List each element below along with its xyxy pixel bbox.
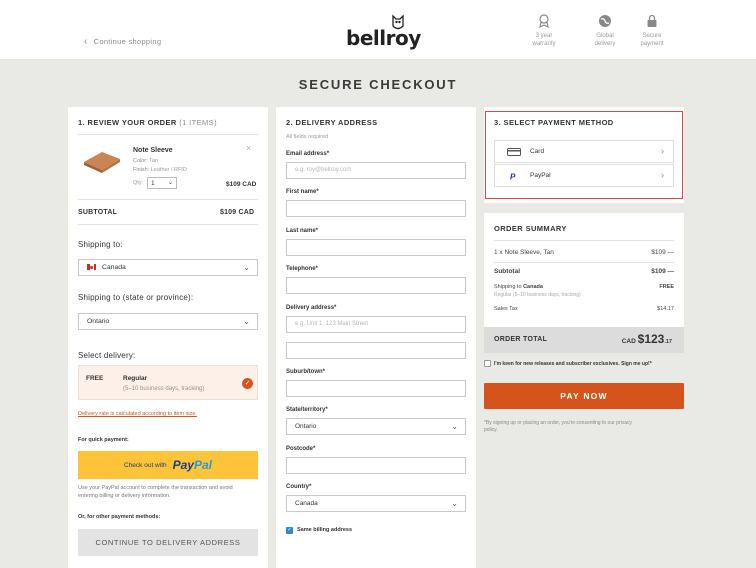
postcode-label: Postcode* xyxy=(286,446,316,452)
state-label: State/territory* xyxy=(286,407,328,413)
summary-heading: ORDER SUMMARY xyxy=(494,224,567,233)
state-select[interactable]: Ontario ⌄ xyxy=(286,418,466,435)
summary-item-row: 1 x Note Sleeve, Tan $109 — xyxy=(494,249,674,256)
address-line2-field[interactable] xyxy=(286,342,466,359)
address-label: Delivery address* xyxy=(286,305,337,311)
delivery-option-regular[interactable]: FREE Regular (5–10 business days, tracki… xyxy=(78,365,258,400)
product-thumbnail[interactable] xyxy=(80,146,124,176)
email-field[interactable]: e.g. roy@bellroy.com xyxy=(286,162,466,179)
postcode-field[interactable] xyxy=(286,457,466,474)
canada-flag-icon xyxy=(87,264,96,271)
paypal-note: Use your PayPal account to complete the … xyxy=(78,485,233,499)
same-billing-label: Same billing address xyxy=(297,527,353,533)
quantity-select[interactable]: 1 ⌄ xyxy=(147,177,177,189)
warranty-icon xyxy=(539,14,549,28)
checkmark-icon: ✓ xyxy=(242,378,253,389)
secure-badge: Secure payment xyxy=(630,14,674,48)
qty-label: Qty: xyxy=(133,180,144,186)
chevron-down-icon: ⌄ xyxy=(451,422,458,431)
first-name-field[interactable] xyxy=(286,200,466,217)
chevron-down-icon: ⌄ xyxy=(167,180,173,186)
product-finish: Finish: Leather / RFID xyxy=(133,167,187,173)
newsletter-label: I'm keen for new releases and subscriber… xyxy=(494,361,652,367)
divider xyxy=(78,199,258,200)
payment-heading: 3. SELECT PAYMENT METHOD xyxy=(494,118,614,127)
delivery-price: FREE xyxy=(86,375,104,382)
chevron-down-icon: ⌄ xyxy=(243,263,250,272)
email-label: Email address* xyxy=(286,151,330,157)
last-name-field[interactable] xyxy=(286,239,466,256)
remove-item-icon[interactable]: × xyxy=(246,143,251,153)
site-header: ‹ Continue shopping bellroy 3 year warra… xyxy=(0,0,756,60)
telephone-field[interactable] xyxy=(286,277,466,294)
payment-option-card[interactable]: Card › xyxy=(494,140,674,163)
quick-payment-label: For quick payment: xyxy=(78,437,129,443)
chevron-right-icon: › xyxy=(661,170,664,180)
product-price: $109 CAD xyxy=(226,181,257,188)
first-name-label: First name* xyxy=(286,189,319,195)
review-heading: 1. REVIEW YOUR ORDER (1 ITEMS) xyxy=(78,118,217,127)
paypal-icon: P xyxy=(510,173,516,181)
globe-icon xyxy=(599,15,611,27)
order-total: ORDER TOTAL CAD $123.17 xyxy=(484,327,684,353)
chevron-down-icon: ⌄ xyxy=(451,499,458,508)
chevron-down-icon: ⌄ xyxy=(243,317,250,326)
svg-text:P: P xyxy=(510,173,516,181)
paypal-checkout-button[interactable]: Check out with PayPal xyxy=(78,451,258,479)
suburb-field[interactable] xyxy=(286,380,466,397)
payment-option-paypal[interactable]: P PayPal › xyxy=(494,164,674,187)
divider xyxy=(78,134,258,135)
shipping-state-select[interactable]: Ontario ⌄ xyxy=(78,313,258,330)
paypal-checkout-label: Check out with xyxy=(123,461,167,469)
telephone-label: Telephone* xyxy=(286,266,318,272)
divider xyxy=(494,262,674,263)
subtotal-value: $109 CAD xyxy=(220,209,255,216)
credit-card-icon xyxy=(507,148,521,156)
shipping-to-label: Shipping to: xyxy=(78,240,123,249)
shipping-country-select[interactable]: Canada ⌄ xyxy=(78,259,258,276)
country-label: Country* xyxy=(286,484,312,490)
subtotal-label: SUBTOTAL xyxy=(78,209,118,216)
summary-shipping-row: Shipping to Canada FREE xyxy=(494,284,674,290)
required-note: All fields required xyxy=(286,134,329,140)
bellroy-logo[interactable]: bellroy xyxy=(346,14,421,50)
consent-note: *By signing up or placing an order, you'… xyxy=(484,420,632,433)
summary-tax-row: Sales Tax $14.17 xyxy=(494,306,674,312)
page-title: SECURE CHECKOUT xyxy=(298,77,458,92)
continue-shopping-link[interactable]: ‹ Continue shopping xyxy=(84,36,161,47)
continue-to-delivery-button[interactable]: CONTINUE TO DELIVERY ADDRESS xyxy=(78,529,258,556)
logo-wordmark: bellroy xyxy=(346,26,421,50)
continue-shopping-label: Continue shopping xyxy=(93,37,162,46)
summary-subtotal-row: Subtotal $109 — xyxy=(494,268,674,275)
newsletter-checkbox[interactable] xyxy=(484,360,491,367)
last-name-label: Last name* xyxy=(286,228,319,234)
pay-now-button[interactable]: PAY NOW xyxy=(484,383,684,409)
divider xyxy=(78,224,258,225)
warranty-badge: 3 year warranty xyxy=(522,14,566,48)
summary-shipping-detail: Regular (5–10 business days, tracking) xyxy=(494,292,581,298)
other-methods-label: Or, for other payment methods: xyxy=(78,514,161,520)
select-delivery-label: Select delivery: xyxy=(78,351,136,360)
suburb-label: Suburb/town* xyxy=(286,369,325,375)
delivery-badge: Global delivery xyxy=(583,14,627,48)
chevron-left-icon: ‹ xyxy=(84,36,88,47)
country-select[interactable]: Canada ⌄ xyxy=(286,495,466,512)
same-billing-checkbox[interactable]: ✓ xyxy=(286,527,293,534)
chevron-right-icon: › xyxy=(661,146,664,156)
divider xyxy=(494,240,674,241)
lock-icon xyxy=(647,14,657,27)
address-line1-field[interactable]: e.g. Unit 1, 123 Main Street xyxy=(286,316,466,333)
product-name: Note Sleeve xyxy=(133,147,173,154)
delivery-name: Regular xyxy=(123,375,148,382)
delivery-rate-link[interactable]: Delivery rate is calculated according to… xyxy=(78,411,197,417)
paypal-logo: PayPal xyxy=(172,458,212,472)
shipping-state-label: Shipping to (state or province): xyxy=(78,293,194,302)
delivery-time: (5–10 business days, tracking) xyxy=(123,386,205,392)
delivery-heading: 2. DELIVERY ADDRESS xyxy=(286,118,378,127)
product-color: Color: Tan xyxy=(133,158,158,164)
